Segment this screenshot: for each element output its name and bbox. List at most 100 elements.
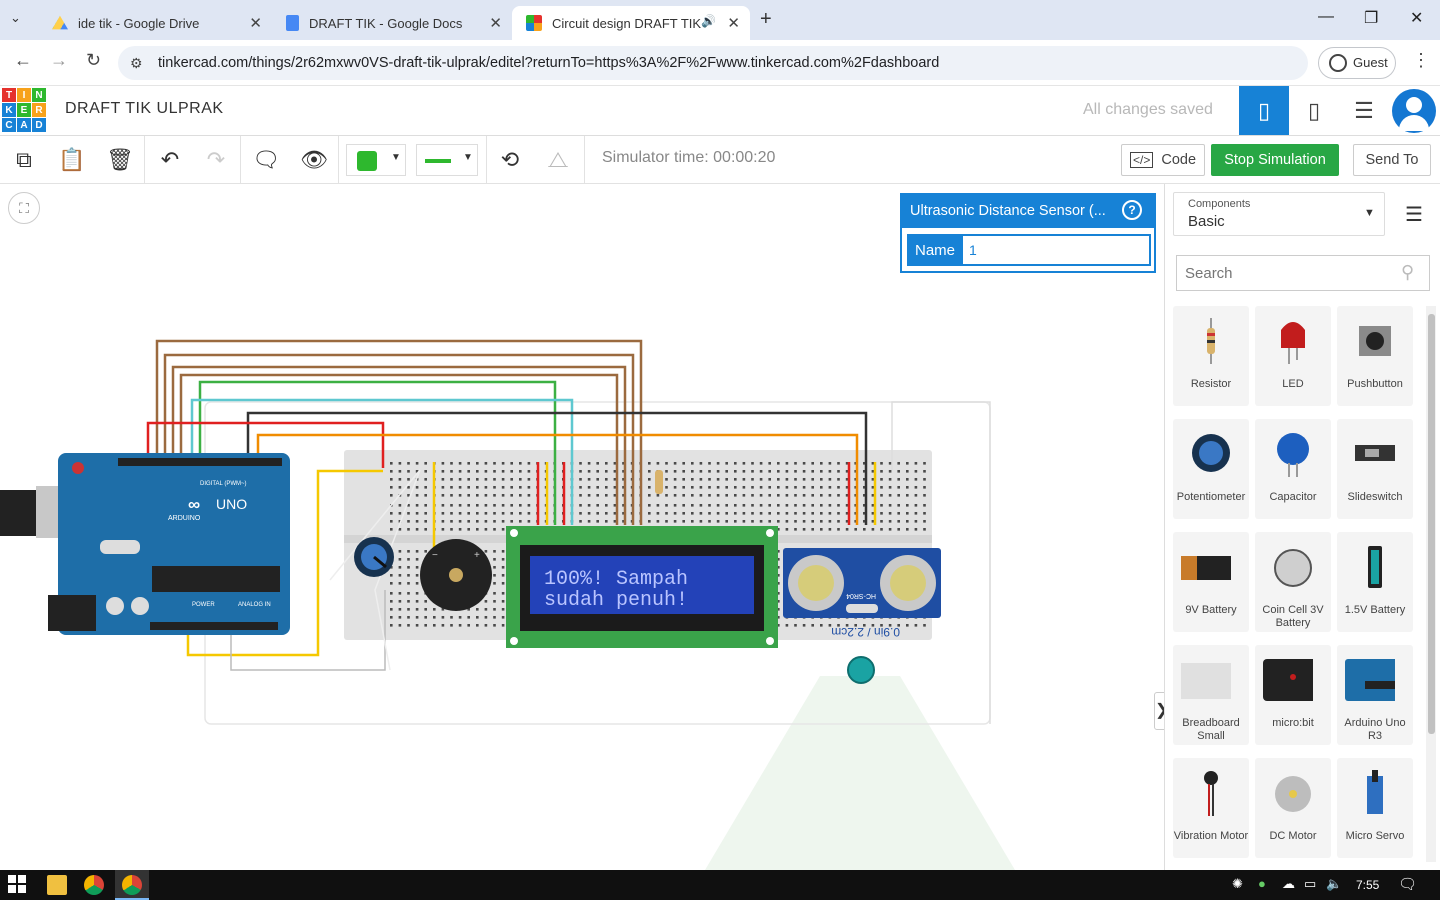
notes-icon[interactable]: 🗨 — [250, 144, 282, 176]
breadboard-hole — [751, 462, 754, 465]
breadboard-hole — [725, 486, 728, 489]
url-input[interactable]: ⚙ tinkercad.com/things/2r62mxwv0VS-draft… — [118, 46, 1308, 80]
close-tab-icon[interactable]: ✕ — [249, 14, 262, 32]
name-input[interactable] — [963, 236, 1149, 264]
collapse-panel-button[interactable]: ❯ — [1154, 692, 1164, 730]
sensor-readout: 0.9in / 2.2cm — [831, 625, 900, 639]
taskbar-clock[interactable]: 7:55 — [1356, 878, 1379, 892]
cloud-icon[interactable]: ☁ — [1282, 876, 1295, 892]
component-dc-motor[interactable]: DC Motor — [1255, 758, 1331, 858]
component-search-input[interactable] — [1176, 255, 1430, 291]
toggle-notes-icon[interactable]: 👁 — [298, 144, 330, 176]
delete-icon[interactable]: 🗑 — [104, 144, 136, 176]
chevron-right-icon: ❯ — [1155, 702, 1164, 719]
component-1-5v-battery[interactable]: 1.5V Battery — [1337, 532, 1413, 632]
undo-icon[interactable]: ↶ — [154, 144, 186, 176]
browser-menu-icon[interactable]: ⋮ — [1412, 50, 1430, 71]
component-arduino-uno[interactable]: Arduino Uno R3 — [1337, 645, 1413, 745]
schematic-view-button[interactable]: ▯ — [1289, 86, 1339, 135]
breadboard-hole — [751, 504, 754, 507]
code-button[interactable]: </> Code — [1121, 144, 1205, 176]
help-icon[interactable]: ? — [1122, 200, 1142, 220]
arduino-icon — [1345, 657, 1395, 703]
file-explorer-icon[interactable] — [47, 875, 67, 895]
security-icon[interactable]: ● — [1258, 876, 1266, 891]
user-avatar[interactable] — [1392, 89, 1436, 133]
component-coin-cell-battery[interactable]: Coin Cell 3V Battery — [1255, 532, 1331, 632]
active-chrome-taskbar-item[interactable] — [115, 870, 149, 900]
component-vibration-motor[interactable]: Vibration Motor — [1173, 758, 1249, 858]
breadboard-hole — [837, 512, 840, 515]
component-breadboard-small[interactable]: Breadboard Small — [1173, 645, 1249, 745]
logo-letter: D — [32, 118, 46, 132]
forward-icon[interactable]: → — [50, 50, 68, 71]
component-pushbutton[interactable]: Pushbutton — [1337, 306, 1413, 406]
flip-icon[interactable]: ⧍ — [542, 144, 574, 176]
breadboard-hole — [484, 504, 488, 507]
tab-title: DRAFT TIK - Google Docs — [309, 15, 463, 31]
breadboard-hole — [424, 462, 427, 465]
circuit-canvas[interactable]: ⛶ ∞ UNO ARDUINO DIGITAL (PWM~) POWER ANA… — [0, 184, 1164, 870]
components-dropdown[interactable]: Components Basic ▼ — [1173, 192, 1385, 236]
list-view-icon[interactable]: ☰ — [1405, 202, 1423, 227]
minimize-icon[interactable]: — — [1318, 8, 1334, 26]
project-title[interactable]: DRAFT TIK ULPRAK — [65, 100, 224, 118]
breadboard-hole — [458, 520, 462, 523]
component-9v-battery[interactable]: 9V Battery — [1173, 532, 1249, 632]
component-led[interactable]: LED — [1255, 306, 1331, 406]
reset-button[interactable] — [72, 462, 84, 474]
breadboard-hole — [424, 520, 427, 523]
audio-playing-icon[interactable]: 🔊 — [701, 14, 716, 28]
rotate-icon[interactable]: ⟲ — [494, 144, 526, 176]
network-activity-icon[interactable]: ✺ — [1232, 876, 1243, 892]
component-list-button[interactable]: ☰ — [1339, 86, 1389, 135]
network-icon[interactable]: ▭ — [1304, 876, 1316, 892]
stop-simulation-button[interactable]: Stop Simulation — [1211, 144, 1339, 176]
circuit-view-button[interactable]: ▯ — [1239, 86, 1289, 135]
windows-start-icon[interactable] — [8, 875, 28, 895]
new-tab-icon[interactable]: + — [760, 8, 772, 31]
search-icon[interactable]: ⚲ — [1401, 262, 1414, 283]
close-tab-icon[interactable]: ✕ — [489, 14, 502, 32]
chrome-icon — [122, 875, 142, 895]
wire-color-picker[interactable]: ▼ — [416, 144, 478, 176]
send-to-button[interactable]: Send To — [1353, 144, 1431, 176]
close-tab-icon[interactable]: ✕ — [727, 14, 740, 32]
browser-tab-drive[interactable]: ide tik - Google Drive ✕ — [38, 6, 272, 40]
browser-tab-docs[interactable]: DRAFT TIK - Google Docs ✕ — [272, 6, 512, 40]
component-micro-servo[interactable]: Micro Servo — [1337, 758, 1413, 858]
profile-button[interactable]: Guest — [1318, 47, 1396, 79]
breadboard-hole — [579, 494, 582, 497]
resistor[interactable] — [655, 470, 663, 494]
breadboard-hole — [828, 494, 832, 497]
breadboard-hole — [716, 512, 720, 515]
breadboard-hole — [476, 470, 479, 473]
component-slideswitch[interactable]: Slideswitch — [1337, 419, 1413, 519]
notifications-icon[interactable]: 🗨 — [1398, 875, 1417, 893]
sensor-target-object[interactable] — [847, 656, 875, 684]
browser-tab-tinkercad[interactable]: Circuit design DRAFT TIK UL 🔊 ✕ — [512, 6, 750, 40]
component-resistor[interactable]: Resistor — [1173, 306, 1249, 406]
component-capacitor[interactable]: Capacitor — [1255, 419, 1331, 519]
breadboard-hole — [527, 478, 531, 481]
restore-icon[interactable]: ❐ — [1364, 8, 1378, 28]
component-potentiometer[interactable]: Potentiometer — [1173, 419, 1249, 519]
fill-color-picker[interactable]: ▼ — [346, 144, 406, 176]
breadboard-hole — [596, 478, 599, 481]
redo-icon[interactable]: ↷ — [200, 144, 232, 176]
back-icon[interactable]: ← — [14, 50, 32, 71]
chrome-icon[interactable] — [84, 875, 104, 895]
tinkercad-logo[interactable]: T I N K E R C A D — [2, 88, 46, 132]
copy-icon[interactable]: ⧉ — [8, 144, 40, 176]
volume-icon[interactable]: 🔈 — [1326, 876, 1342, 892]
close-window-icon[interactable]: ✕ — [1410, 8, 1423, 28]
component-microbit[interactable]: micro:bit — [1255, 645, 1331, 745]
paste-icon[interactable]: 📋 — [56, 144, 88, 176]
panel-scrollbar[interactable] — [1426, 306, 1436, 862]
battery-9v-icon — [1181, 544, 1231, 590]
breadboard-hole — [759, 520, 763, 523]
scrollbar-thumb[interactable] — [1428, 314, 1435, 734]
tab-search-icon[interactable]: ⌄ — [10, 10, 21, 26]
reload-icon[interactable]: ↻ — [86, 50, 101, 71]
site-info-icon[interactable]: ⚙ — [130, 46, 143, 80]
